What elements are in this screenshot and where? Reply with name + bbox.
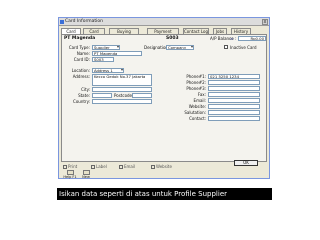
phone2-label: Phone#2: [186, 80, 206, 85]
close-icon[interactable]: x [262, 19, 268, 25]
fax-label: Fax: [197, 92, 206, 97]
postcode-label: Postcode: [114, 93, 134, 98]
name-label: Name: [76, 51, 90, 56]
website-label: Website: [188, 104, 206, 109]
designation-select[interactable]: Company [166, 45, 194, 50]
country-label: Country: [73, 99, 90, 104]
email-label: Email: [193, 98, 206, 103]
card-info-panel: PT Magenda S003 A/P Balance : ⇦ Rp0,00 C… [61, 34, 267, 162]
fax-input[interactable] [208, 92, 260, 97]
bottom-bar: Help F1 New [61, 170, 267, 179]
phone2-input[interactable] [208, 80, 260, 85]
website-input[interactable] [208, 104, 260, 109]
address-input[interactable]: Kecco Gedok No.37 Jakarta [92, 74, 152, 86]
ok-button[interactable]: OK [234, 160, 258, 166]
card-code-heading: S003 [166, 36, 179, 41]
city-input[interactable] [92, 87, 152, 92]
phone1-input[interactable]: 021 5250 1234 [208, 74, 260, 79]
state-label: State: [78, 93, 90, 98]
printer-icon [63, 165, 67, 169]
inactive-card-label: Inactive Card [230, 45, 257, 50]
email-input[interactable] [208, 98, 260, 103]
window-title: Card Information [65, 19, 104, 24]
state-input[interactable] [92, 93, 112, 98]
title-bar: Card Information x [59, 18, 269, 26]
location-select[interactable]: Address 1 [92, 68, 124, 73]
mail-icon [119, 165, 123, 169]
inactive-card-checkbox[interactable] [224, 45, 228, 49]
phone1-label: Phone#1: [186, 74, 206, 79]
card-id-input[interactable]: S003 [92, 57, 114, 62]
globe-icon [151, 165, 155, 169]
card-name-heading: PT Magenda [64, 36, 96, 41]
app-icon [60, 20, 64, 24]
card-type-select[interactable]: Supplier [92, 45, 120, 50]
balance-value: Rp0,00 [238, 36, 266, 41]
card-information-window: Card Information x Card Info Card Detail… [58, 17, 270, 179]
phone3-input[interactable] [208, 86, 260, 91]
postcode-input[interactable] [132, 93, 152, 98]
help-button[interactable]: Help F1 [63, 170, 77, 179]
city-label: City: [81, 87, 90, 92]
email-button[interactable]: Email [119, 163, 135, 170]
address-label: Address: [72, 74, 90, 79]
website-button[interactable]: Website [151, 163, 172, 170]
label-button[interactable]: Label [91, 163, 107, 170]
salutation-label: Salutation: [184, 110, 206, 115]
salutation-input[interactable] [208, 110, 260, 115]
location-label: Location: [71, 68, 90, 73]
balance-arrow-icon[interactable]: ⇦ [230, 36, 233, 41]
print-button[interactable]: Print [63, 163, 77, 170]
slide-caption: Isikan data seperti di atas untuk Profil… [57, 188, 272, 200]
new-button[interactable]: New [79, 170, 93, 179]
card-id-label: Card ID: [73, 57, 90, 62]
label-icon [91, 165, 95, 169]
phone3-label: Phone#3: [186, 86, 206, 91]
card-type-label: Card Type: [68, 45, 90, 50]
country-input[interactable] [92, 99, 152, 104]
name-input[interactable]: PT Magenda [92, 51, 142, 56]
contact-label: Contact: [189, 116, 206, 121]
contact-input[interactable] [208, 116, 260, 121]
